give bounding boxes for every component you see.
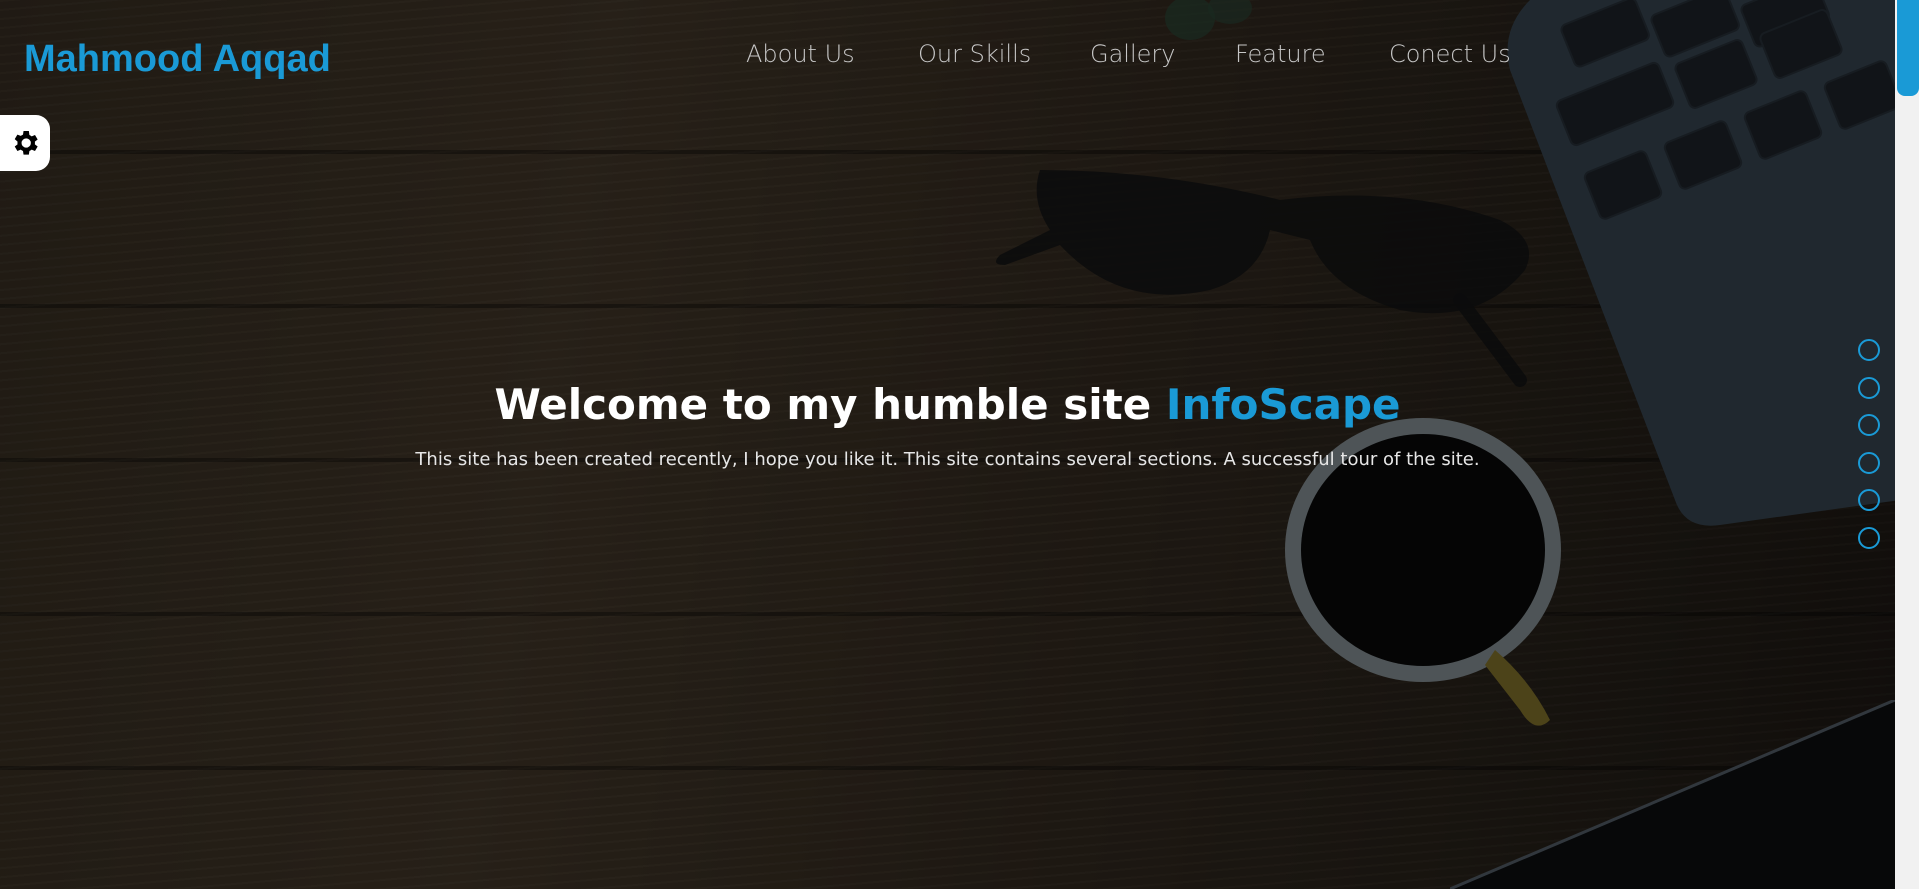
hero-title: Welcome to my humble site InfoScape bbox=[0, 380, 1895, 429]
section-bullets bbox=[1858, 339, 1880, 564]
scrollbar-track[interactable] bbox=[1895, 0, 1919, 889]
section-bullet-3[interactable] bbox=[1858, 414, 1880, 436]
section-bullet-6[interactable] bbox=[1858, 526, 1880, 549]
section-bullet-1[interactable] bbox=[1858, 339, 1880, 361]
settings-toggle-button[interactable] bbox=[0, 115, 50, 171]
hero-subtitle: This site has been created recently, I h… bbox=[415, 449, 1480, 470]
brand-logo[interactable]: Mahmood Aqqad bbox=[24, 38, 331, 81]
nav-link-feature[interactable]: Feature bbox=[1235, 40, 1326, 68]
section-bullet-2[interactable] bbox=[1858, 376, 1880, 399]
gear-icon bbox=[14, 131, 38, 155]
scrollbar-thumb[interactable] bbox=[1897, 0, 1919, 96]
hero-title-accent: InfoScape bbox=[1165, 380, 1401, 429]
nav-link-conect-us[interactable]: Conect Us bbox=[1389, 40, 1511, 68]
nav-link-our-skills[interactable]: Our Skills bbox=[918, 40, 1031, 68]
section-bullet-4[interactable] bbox=[1858, 451, 1880, 474]
nav-link-about-us[interactable]: About Us bbox=[746, 40, 855, 68]
section-bullet-5[interactable] bbox=[1858, 489, 1880, 511]
hero-title-text: Welcome to my humble site bbox=[494, 380, 1152, 429]
hero-content: Welcome to my humble site InfoScape This… bbox=[0, 380, 1895, 470]
nav-link-gallery[interactable]: Gallery bbox=[1090, 40, 1175, 68]
